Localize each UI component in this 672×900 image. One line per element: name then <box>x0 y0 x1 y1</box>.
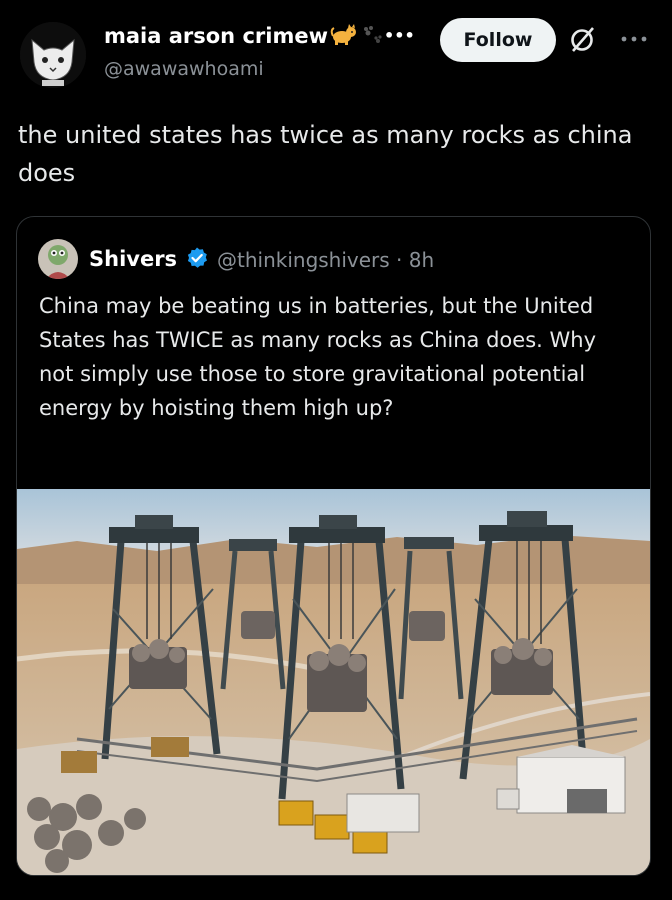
post-text: the united states has twice as many rock… <box>18 121 633 187</box>
more-badges-indicator: ••• <box>383 26 415 45</box>
cat-emoji-icon <box>330 24 358 51</box>
grok-icon[interactable] <box>568 24 598 58</box>
quoted-author-avatar[interactable] <box>38 239 78 279</box>
follow-button[interactable]: Follow <box>440 18 556 62</box>
author-avatar[interactable] <box>20 22 86 88</box>
paw-prints-icon <box>360 24 384 51</box>
more-options-icon[interactable] <box>620 30 648 49</box>
quoted-handle-time: @thinkingshivers · 8h <box>217 248 435 272</box>
post-page: maia arson crimew ••• @awawawhoami Follow… <box>0 0 672 900</box>
author-handle[interactable]: @awawawhoami <box>104 58 264 80</box>
author-name-text: maia arson crimew <box>104 24 328 48</box>
author-name[interactable]: maia arson crimew ••• <box>104 24 415 51</box>
quoted-post[interactable]: Shivers @thinkingshivers · 8h China may … <box>16 216 651 876</box>
quoted-post-image[interactable] <box>17 489 650 875</box>
verified-badge-icon <box>185 246 209 274</box>
quoted-post-text: China may be beating us in batteries, bu… <box>39 294 596 420</box>
quoted-author-name[interactable]: Shivers <box>89 247 177 271</box>
